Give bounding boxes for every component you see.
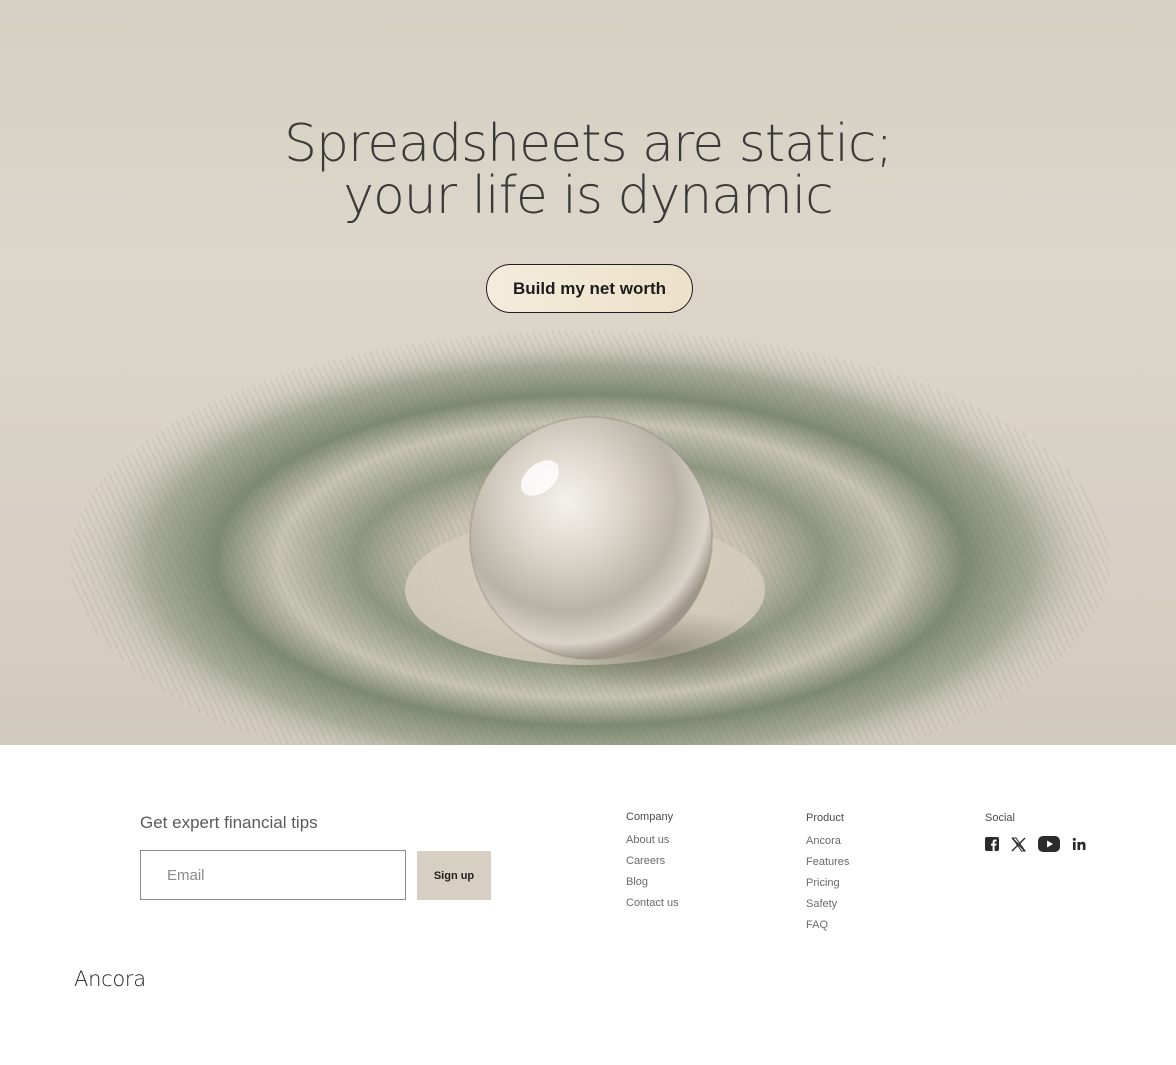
footer-link-pricing[interactable]: Pricing [806, 873, 849, 894]
footer-column-product: Product Ancora Features Pricing Safety F… [806, 812, 849, 936]
footer-link-ancora[interactable]: Ancora [806, 831, 849, 852]
footer-link-about-us[interactable]: About us [626, 830, 679, 851]
x-icon[interactable] [1011, 837, 1026, 852]
facebook-icon[interactable] [985, 837, 999, 851]
footer-column-social: Social [985, 812, 1098, 852]
footer-link-faq[interactable]: FAQ [806, 915, 849, 936]
youtube-icon[interactable] [1038, 836, 1060, 852]
hero-headline-line2: your life is dynamic [343, 166, 834, 226]
footer-link-contact-us[interactable]: Contact us [626, 893, 679, 914]
hero-headline: Spreadsheets are static; your life is dy… [0, 118, 1176, 222]
email-field[interactable] [140, 850, 406, 900]
footer-column-company: Company About us Careers Blog Contact us [626, 811, 679, 914]
hero-section: Spreadsheets are static; your life is dy… [0, 0, 1176, 745]
footer-link-careers[interactable]: Careers [626, 851, 679, 872]
footer-heading-product: Product [806, 812, 844, 824]
social-links [985, 836, 1098, 852]
newsletter-title: Get expert financial tips [140, 813, 318, 832]
hero-image [70, 330, 1110, 745]
footer-link-features[interactable]: Features [806, 852, 849, 873]
brand-logo[interactable]: Ancora [74, 967, 146, 991]
footer-link-safety[interactable]: Safety [806, 894, 849, 915]
footer-heading-social: Social [985, 812, 1015, 824]
footer-link-blog[interactable]: Blog [626, 872, 679, 893]
linkedin-icon[interactable] [1072, 837, 1086, 851]
build-net-worth-button[interactable]: Build my net worth [486, 264, 693, 313]
footer-heading-company: Company [626, 811, 674, 823]
sign-up-button[interactable]: Sign up [417, 851, 491, 900]
hero-headline-line1: Spreadsheets are static; [283, 114, 893, 174]
